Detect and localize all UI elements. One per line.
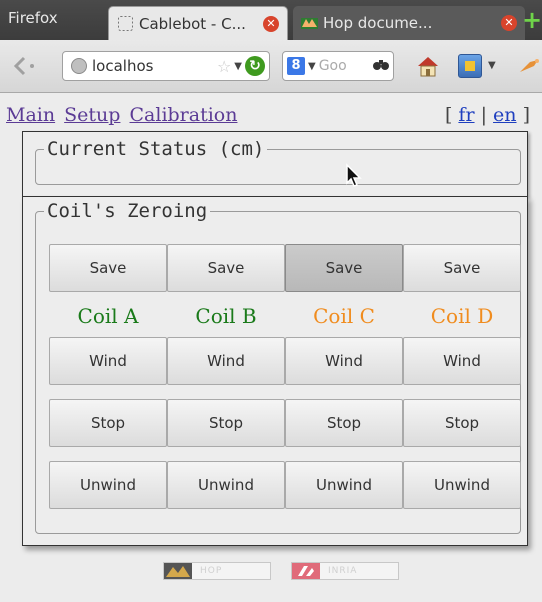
save-button-coil-d[interactable]: Save xyxy=(403,244,521,292)
stop-button-coil-a[interactable]: Stop xyxy=(49,399,167,447)
search-bar[interactable]: 8 ▼ Goo xyxy=(282,51,394,81)
lang-separator: | xyxy=(480,104,487,126)
nav-link-main[interactable]: Main xyxy=(6,104,55,126)
tab-label: Hop docume... xyxy=(323,14,433,32)
close-tab-icon[interactable]: ✕ xyxy=(501,15,517,31)
reload-icon[interactable]: ↻ xyxy=(245,56,265,76)
page-icon xyxy=(117,15,134,32)
save-button-coil-b[interactable]: Save xyxy=(167,244,285,292)
stop-button-coil-c[interactable]: Stop xyxy=(285,399,403,447)
bookmark-star-icon[interactable]: ☆ xyxy=(217,57,231,76)
hop-logo: HOP xyxy=(163,562,271,580)
main-nav: Main Setup Calibration xyxy=(6,104,240,126)
chevron-down-icon[interactable]: ▼ xyxy=(234,61,242,72)
hop-logo-text: HOP xyxy=(200,566,223,576)
tab-hop-docs[interactable]: Hop docume... ✕ xyxy=(293,6,525,40)
coil-label-d: Coil D xyxy=(430,304,494,328)
unwind-button-coil-a[interactable]: Unwind xyxy=(49,461,167,509)
lang-bracket-open: [ xyxy=(444,104,453,126)
mouse-cursor-icon xyxy=(345,163,363,189)
nav-link-setup[interactable]: Setup xyxy=(64,104,120,126)
chevron-down-icon[interactable]: ▼ xyxy=(488,60,496,71)
language-switcher: [ fr | en ] xyxy=(445,104,530,126)
tab-cablebot[interactable]: Cablebot - C... ✕ xyxy=(108,6,288,40)
url-text[interactable]: localhos xyxy=(92,57,217,75)
bookmarks-icon[interactable] xyxy=(458,54,482,78)
tab-label: Cablebot - C... xyxy=(139,14,246,33)
page-content: Main Setup Calibration [ fr | en ] Curre… xyxy=(0,93,542,602)
stop-button-coil-b[interactable]: Stop xyxy=(167,399,285,447)
stop-button-coil-d[interactable]: Stop xyxy=(403,399,521,447)
current-status-group: Current Status (cm) xyxy=(35,138,521,185)
addon-icon[interactable] xyxy=(518,56,542,76)
close-tab-icon[interactable]: ✕ xyxy=(263,15,279,32)
current-status-legend: Current Status (cm) xyxy=(47,138,265,160)
new-tab-icon[interactable]: + xyxy=(522,8,542,32)
zeroing-panel: Coil's Zeroing Save Save Save Save Coil … xyxy=(22,196,528,546)
inria-logo-text: INRIA xyxy=(328,566,358,576)
lang-bracket-close: ] xyxy=(522,104,530,126)
status-panel: Current Status (cm) xyxy=(22,131,528,197)
unwind-button-coil-d[interactable]: Unwind xyxy=(403,461,521,509)
footer-logos: HOP INRIA xyxy=(163,562,399,580)
coil-label-a: Coil A xyxy=(77,304,139,328)
search-input[interactable]: Goo xyxy=(319,58,372,74)
lang-link-en[interactable]: en xyxy=(493,104,516,126)
hop-favicon-icon xyxy=(301,15,318,32)
browser-nav-bar: localhos ☆ ▼ ↻ 8 ▼ Goo ▼ xyxy=(0,40,542,93)
browser-tab-bar: Firefox Cablebot - C... ✕ Hop docume... … xyxy=(0,0,542,40)
save-button-coil-a[interactable]: Save xyxy=(49,244,167,292)
lang-link-fr[interactable]: fr xyxy=(458,104,474,126)
wind-button-coil-b[interactable]: Wind xyxy=(167,337,285,385)
save-button-coil-c[interactable]: Save xyxy=(285,244,403,292)
chevron-down-icon[interactable]: ▼ xyxy=(308,61,316,72)
back-arrow-icon[interactable] xyxy=(10,54,40,78)
nav-link-calibration[interactable]: Calibration xyxy=(130,104,238,126)
url-bar[interactable]: localhos ☆ ▼ ↻ xyxy=(62,51,270,81)
wind-button-coil-c[interactable]: Wind xyxy=(285,337,403,385)
site-identity-icon[interactable] xyxy=(71,58,87,74)
wind-button-coil-a[interactable]: Wind xyxy=(49,337,167,385)
unwind-button-coil-b[interactable]: Unwind xyxy=(167,461,285,509)
home-icon[interactable] xyxy=(415,54,441,78)
coil-zeroing-legend: Coil's Zeroing xyxy=(47,200,208,222)
google-icon[interactable]: 8 xyxy=(287,57,305,75)
wind-button-coil-d[interactable]: Wind xyxy=(403,337,521,385)
app-title: Firefox xyxy=(8,9,58,27)
unwind-button-coil-c[interactable]: Unwind xyxy=(285,461,403,509)
coil-label-b: Coil B xyxy=(195,304,257,328)
coil-label-c: Coil C xyxy=(313,304,375,328)
binoculars-icon[interactable] xyxy=(372,57,390,75)
inria-logo: INRIA xyxy=(291,562,399,580)
